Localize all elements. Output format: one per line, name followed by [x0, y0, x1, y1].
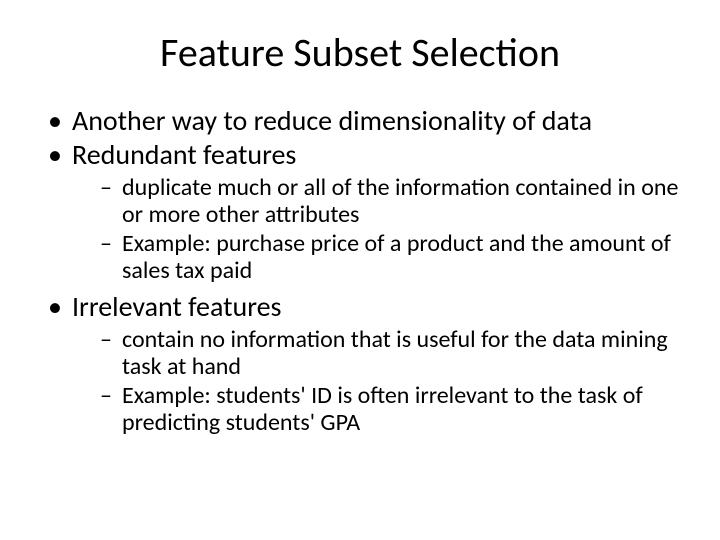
sub-list: duplicate much or all of the information…	[72, 175, 680, 285]
slide: Feature Subset Selection Another way to …	[0, 0, 720, 540]
bullet-text: Redundant features	[72, 137, 296, 172]
list-item: contain no information that is useful fo…	[100, 327, 680, 381]
list-item: Irrelevant features contain no informati…	[48, 291, 680, 437]
sub-bullet-text: Example: purchase price of a product and…	[122, 229, 671, 285]
list-item: duplicate much or all of the information…	[100, 175, 680, 229]
list-item: Redundant features duplicate much or all…	[48, 139, 680, 285]
sub-bullet-text: duplicate much or all of the information…	[122, 173, 678, 229]
sub-list: contain no information that is useful fo…	[72, 327, 680, 437]
bullet-text: Another way to reduce dimensionality of …	[72, 103, 592, 138]
slide-title: Feature Subset Selection	[40, 28, 680, 77]
bullet-list: Another way to reduce dimensionality of …	[40, 105, 680, 437]
sub-bullet-text: contain no information that is useful fo…	[122, 325, 668, 381]
bullet-text: Irrelevant features	[72, 289, 281, 324]
list-item: Example: students' ID is often irrelevan…	[100, 383, 680, 437]
sub-bullet-text: Example: students' ID is often irrelevan…	[122, 381, 643, 437]
list-item: Another way to reduce dimensionality of …	[48, 105, 680, 137]
list-item: Example: purchase price of a product and…	[100, 231, 680, 285]
